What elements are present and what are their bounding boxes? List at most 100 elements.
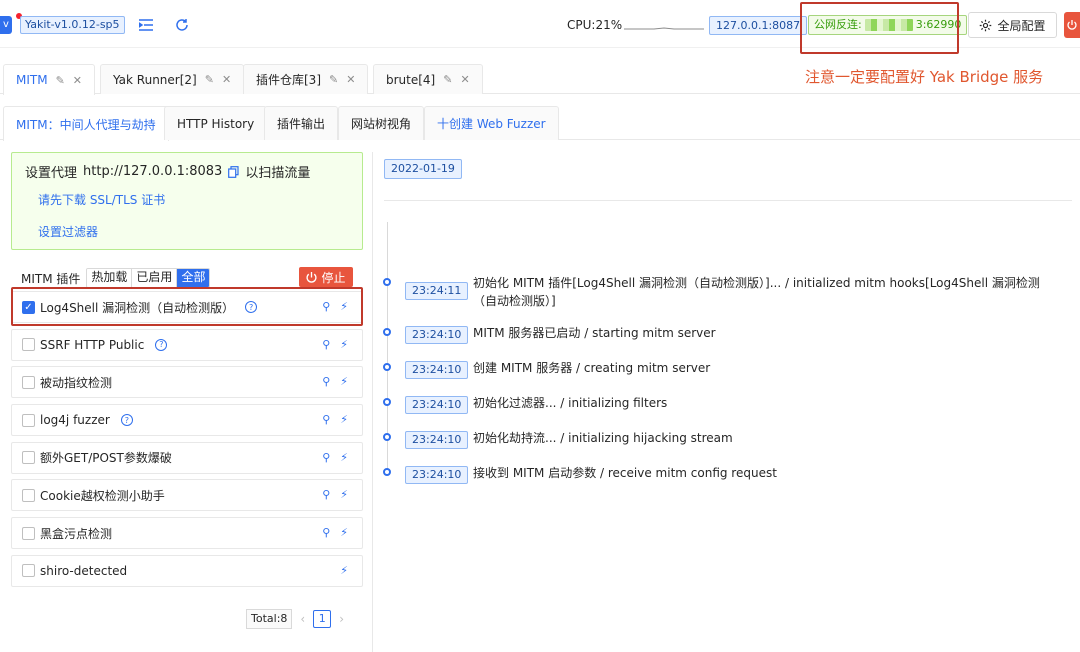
chevron-right-icon[interactable]: › <box>339 612 344 626</box>
plugin-name: SSRF HTTP Public <box>40 337 145 352</box>
total-count: Total:8 <box>246 609 293 629</box>
log-message: 初始化劫持流... / initializing hijacking strea… <box>473 431 733 445</box>
checkbox[interactable] <box>22 451 35 465</box>
proxy-info-box: 设置代理 http://127.0.0.1:8083 以扫描流量 请先下载 SS… <box>11 152 363 250</box>
power-icon[interactable] <box>1064 12 1080 38</box>
date-tag: 2022-01-19 <box>384 159 462 179</box>
download-cert-link[interactable]: 请先下载 SSL/TLS 证书 <box>38 191 165 208</box>
cpu-usage: CPU:21% <box>567 18 623 32</box>
edit-icon[interactable]: ✎ <box>329 73 338 86</box>
plugin-item-ssrf[interactable]: SSRF HTTP Public ? ⚲ ⚡ <box>11 328 363 361</box>
proxy-title: 设置代理 http://127.0.0.1:8083 以扫描流量 <box>25 162 310 181</box>
checkbox[interactable] <box>22 375 35 389</box>
edit-icon[interactable]: ✎ <box>443 73 452 86</box>
subtab-site-tree[interactable]: 网站树视角 <box>338 106 425 140</box>
plugin-name: 黑盒污点检测 <box>40 526 113 541</box>
global-config-button[interactable]: 全局配置 <box>968 12 1057 38</box>
stop-button[interactable]: 停止 <box>299 267 353 287</box>
plugin-item-shiro[interactable]: shiro-detected ⚡ <box>11 554 363 587</box>
plugin-item-param-brute[interactable]: 额外GET/POST参数爆破 ⚲ ⚡ <box>11 441 363 474</box>
sub-tabs: MITM：中间人代理与劫持 HTTP History 插件输出 网站树视角 十创… <box>0 106 1080 141</box>
user-icon[interactable]: ⚲ <box>322 338 330 351</box>
tab-yak-runner[interactable]: Yak Runner[2] ✎ ✕ <box>100 64 245 94</box>
checkbox[interactable] <box>22 488 35 502</box>
annotation-note: 注意一定要配置好 Yak Bridge 服务 <box>805 68 1044 86</box>
page-number[interactable]: 1 <box>313 610 332 628</box>
close-icon[interactable]: ✕ <box>346 73 355 86</box>
log-message: 初始化过滤器... / initializing filters <box>473 396 668 410</box>
filter-enabled[interactable]: 已启用 <box>132 269 178 287</box>
plugin-filter-group: 热加载 已启用 全部 <box>86 268 211 288</box>
plugin-item-log4j-fuzzer[interactable]: log4j fuzzer ? ⚲ ⚡ <box>11 404 363 437</box>
chevron-left-icon[interactable]: ‹ <box>300 612 305 626</box>
proxy-suffix: 以扫描流量 <box>245 166 311 181</box>
user-icon[interactable]: ⚲ <box>322 451 330 464</box>
checkbox[interactable] <box>22 564 35 578</box>
tab-plugin-store[interactable]: 插件仓库[3] ✎ ✕ <box>243 64 369 94</box>
bolt-icon[interactable]: ⚡ <box>340 338 348 351</box>
timeline-dot <box>383 363 391 371</box>
timeline-dot <box>383 433 391 441</box>
close-icon[interactable]: ✕ <box>73 74 82 87</box>
log-time: 23:24:11 <box>405 282 469 300</box>
subtab-plugin-output[interactable]: 插件输出 <box>264 106 339 140</box>
tab-label: 插件仓库[3] <box>256 73 321 87</box>
edit-icon[interactable]: ✎ <box>205 73 214 86</box>
plugin-item-cookie-auth[interactable]: Cookie越权检测小助手 ⚲ ⚡ <box>11 479 363 512</box>
user-icon[interactable]: ⚲ <box>322 413 330 426</box>
engine-address: 127.0.0.1:8087 <box>709 16 808 35</box>
stop-label: 停止 <box>321 270 346 285</box>
plugin-name: shiro-detected <box>40 563 128 578</box>
bolt-icon[interactable]: ⚡ <box>340 451 348 464</box>
close-icon[interactable]: ✕ <box>222 73 231 86</box>
help-icon[interactable]: ? <box>155 338 168 351</box>
bolt-icon[interactable]: ⚡ <box>340 413 348 426</box>
annotation-box-bridge <box>800 2 959 54</box>
filter-all[interactable]: 全部 <box>177 269 210 287</box>
plugin-item-taint-detect[interactable]: 黑盒污点检测 ⚲ ⚡ <box>11 517 363 550</box>
reload-icon[interactable] <box>173 16 191 34</box>
set-filter-link[interactable]: 设置过滤器 <box>38 223 98 240</box>
timeline-dot <box>383 328 391 336</box>
log-message: 接收到 MITM 启动参数 / receive mitm config requ… <box>473 466 777 480</box>
user-icon[interactable]: ⚲ <box>322 526 330 539</box>
plugin-list: ✓ Log4Shell 漏洞检测（自动检测版） ? ⚲ ⚡ SSRF HTTP P… <box>11 291 363 593</box>
cpu-sparkline <box>624 27 704 30</box>
bolt-icon[interactable]: ⚡ <box>340 375 348 388</box>
logo-icon: v <box>0 16 12 34</box>
proxy-prefix: 设置代理 <box>25 166 78 181</box>
bolt-icon[interactable]: ⚡ <box>340 564 348 577</box>
plugin-name: 额外GET/POST参数爆破 <box>40 451 172 466</box>
plugin-name: 被动指纹检测 <box>40 375 113 390</box>
menu-fold-icon[interactable] <box>137 16 155 34</box>
subtab-http-history[interactable]: HTTP History <box>164 106 268 140</box>
plugin-header: MITM 插件 热加载 已启用 全部 <box>21 268 211 288</box>
subtab-create-web-fuzzer[interactable]: 十创建 Web Fuzzer <box>424 106 559 140</box>
tab-mitm[interactable]: MITM ✎ ✕ <box>3 64 96 95</box>
tab-label: brute[4] <box>386 72 436 87</box>
proxy-address: http://127.0.0.1:8083 <box>83 164 223 179</box>
copy-icon[interactable] <box>228 165 239 178</box>
divider <box>384 200 1072 201</box>
tab-brute[interactable]: brute[4] ✎ ✕ <box>373 64 483 94</box>
plugin-item-passive-fingerprint[interactable]: 被动指纹检测 ⚲ ⚡ <box>11 366 363 399</box>
edit-icon[interactable]: ✎ <box>56 74 65 87</box>
log-time: 23:24:10 <box>405 431 469 449</box>
help-icon[interactable]: ? <box>120 414 133 427</box>
bolt-icon[interactable]: ⚡ <box>340 488 348 501</box>
timeline-dot <box>383 468 391 476</box>
tab-label: MITM <box>16 73 48 87</box>
user-icon[interactable]: ⚲ <box>322 375 330 388</box>
checkbox[interactable] <box>22 338 35 352</box>
checkbox[interactable] <box>22 413 35 427</box>
bolt-icon[interactable]: ⚡ <box>340 526 348 539</box>
user-icon[interactable]: ⚲ <box>322 488 330 501</box>
checkbox[interactable] <box>22 526 35 540</box>
close-icon[interactable]: ✕ <box>460 73 469 86</box>
plugin-header-label: MITM 插件 <box>21 271 81 286</box>
log-time: 23:24:10 <box>405 326 469 344</box>
filter-hot-reload[interactable]: 热加载 <box>87 269 133 287</box>
timeline-dot <box>383 398 391 406</box>
subtab-mitm[interactable]: MITM：中间人代理与劫持 <box>3 106 169 141</box>
annotation-box-plugin <box>11 287 363 326</box>
